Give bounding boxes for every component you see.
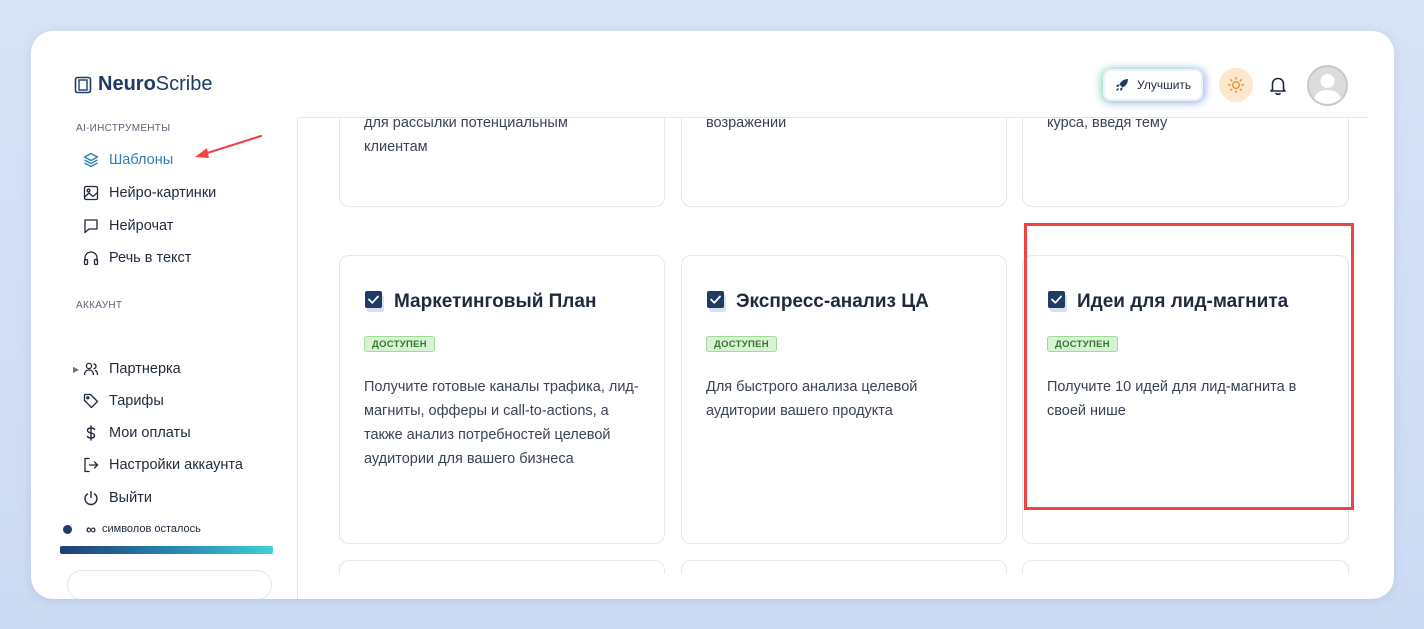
template-card-lead-magnet-ideas[interactable]: Идеи для лид-магнита ДОСТУПЕН Получите 1…: [1022, 255, 1349, 544]
card-description: возражении: [706, 118, 787, 131]
checkbox-icon: [707, 291, 726, 312]
templates-grid: для рассылки потенциальным клиентам возр…: [299, 118, 1369, 574]
card-title-row: Идеи для лид-магнита: [1047, 290, 1288, 314]
expand-caret-icon[interactable]: ▶: [73, 365, 79, 374]
sidebar-item-neuro-images[interactable]: Нейро-картинки: [83, 182, 216, 204]
sidebar-item-label: Речь в текст: [109, 250, 192, 266]
credits-progress-fill: [60, 546, 273, 554]
sidebar: AI-ИНСТРУМЕНТЫ Шаблоны Нейро-картинки Не…: [31, 118, 298, 599]
sidebar-item-templates[interactable]: Шаблоны: [83, 149, 173, 171]
user-avatar-icon: [1313, 74, 1342, 104]
sidebar-item-account-settings[interactable]: Настройки аккаунта: [83, 454, 243, 476]
status-badge: ДОСТУПЕН: [1047, 336, 1118, 352]
rocket-icon: [1116, 79, 1128, 91]
status-dot: [63, 524, 72, 534]
sidebar-item-label: Выйти: [109, 490, 152, 506]
credits-label: символов осталось: [101, 523, 201, 535]
sidebar-item-label: Партнерка: [109, 361, 181, 377]
sidebar-item-tariffs[interactable]: Тарифы: [83, 390, 164, 412]
logo-bold-text: Neuro: [98, 73, 156, 95]
bell-icon[interactable]: [1267, 74, 1289, 96]
users-icon: [83, 362, 99, 376]
status-badge: ДОСТУПЕН: [706, 336, 777, 352]
card-title: Маркетинговый План: [394, 291, 597, 312]
sidebar-item-label: Нейрочат: [109, 218, 174, 234]
card-title: Идеи для лид-магнита: [1077, 291, 1289, 312]
template-card[interactable]: для рассылки потенциальным клиентам: [339, 118, 665, 207]
upgrade-button[interactable]: Улучшить: [1103, 69, 1204, 101]
checkbox-icon: [1048, 291, 1067, 312]
logo[interactable]: NeuroScribe: [74, 73, 213, 96]
sidebar-item-label: Мои оплаты: [109, 425, 191, 441]
image-icon: [83, 185, 99, 201]
sidebar-item-partners[interactable]: Партнерка: [83, 358, 181, 380]
logo-regular-text: Scribe: [155, 73, 213, 95]
card-description: для рассылки потенциальным клиентам: [364, 118, 568, 155]
sidebar-item-speech-to-text[interactable]: Речь в текст: [83, 247, 191, 269]
card-description: Получите 10 идей для лид-магнита в своей…: [1047, 379, 1297, 419]
template-card[interactable]: [339, 560, 665, 574]
headphones-icon: [83, 251, 99, 266]
card-title-row: Маркетинговый План: [364, 290, 596, 314]
top-header: NeuroScribe Улучшить: [31, 31, 1394, 118]
power-icon: [84, 490, 98, 506]
checkbox-icon: [365, 291, 384, 312]
sidebar-item-neurochat[interactable]: Нейрочат: [83, 215, 173, 237]
template-card[interactable]: [1022, 560, 1349, 574]
card-title: Экспресс-анализ ЦА: [736, 291, 929, 312]
credits-symbol: ∞: [86, 521, 96, 537]
avatar[interactable]: [1307, 65, 1348, 106]
sidebar-item-logout[interactable]: Выйти: [83, 487, 152, 509]
credits-progress-bar: [60, 546, 273, 554]
tag-icon: [83, 393, 99, 409]
chat-icon: [84, 219, 98, 234]
template-card[interactable]: курса, введя тему: [1022, 118, 1349, 207]
template-card-express-analysis[interactable]: Экспресс-анализ ЦА ДОСТУПЕН Для быстрого…: [681, 255, 1007, 544]
template-card[interactable]: [681, 560, 1007, 574]
credits-status: ∞ символов осталось: [63, 521, 201, 537]
sidebar-item-payments[interactable]: Мои оплаты: [83, 422, 191, 444]
theme-toggle[interactable]: [1219, 68, 1253, 102]
section-title-ai: AI-ИНСТРУМЕНТЫ: [76, 123, 171, 134]
sidebar-bottom-button[interactable]: [67, 570, 272, 599]
template-card-marketing-plan[interactable]: Маркетинговый План ДОСТУПЕН Получите гот…: [339, 255, 665, 544]
sidebar-item-label: Тарифы: [109, 393, 164, 409]
sidebar-item-label: Шаблоны: [109, 152, 174, 168]
login-icon: [84, 457, 99, 473]
sidebar-item-label: Нейро-картинки: [109, 185, 217, 201]
dollar-icon: [86, 425, 96, 441]
app-window: NeuroScribe Улучшить AI-ИНСТРУМЕНТЫ Шабл…: [31, 31, 1394, 599]
upgrade-label: Улучшить: [1137, 78, 1192, 92]
status-badge: ДОСТУПЕН: [364, 336, 435, 352]
card-description: Для быстрого анализа целевой аудитории в…: [706, 379, 918, 419]
sun-icon: [1227, 76, 1245, 94]
layers-icon: [83, 152, 99, 168]
card-description: курса, введя тему: [1047, 118, 1168, 131]
sidebar-item-label: Настройки аккаунта: [109, 457, 243, 473]
template-card[interactable]: возражении: [681, 118, 1007, 207]
logo-icon: [74, 76, 92, 93]
card-description: Получите готовые каналы трафика, лид-маг…: [364, 379, 639, 467]
card-title-row: Экспресс-анализ ЦА: [706, 290, 929, 314]
section-title-account: АККАУНТ: [76, 300, 123, 311]
